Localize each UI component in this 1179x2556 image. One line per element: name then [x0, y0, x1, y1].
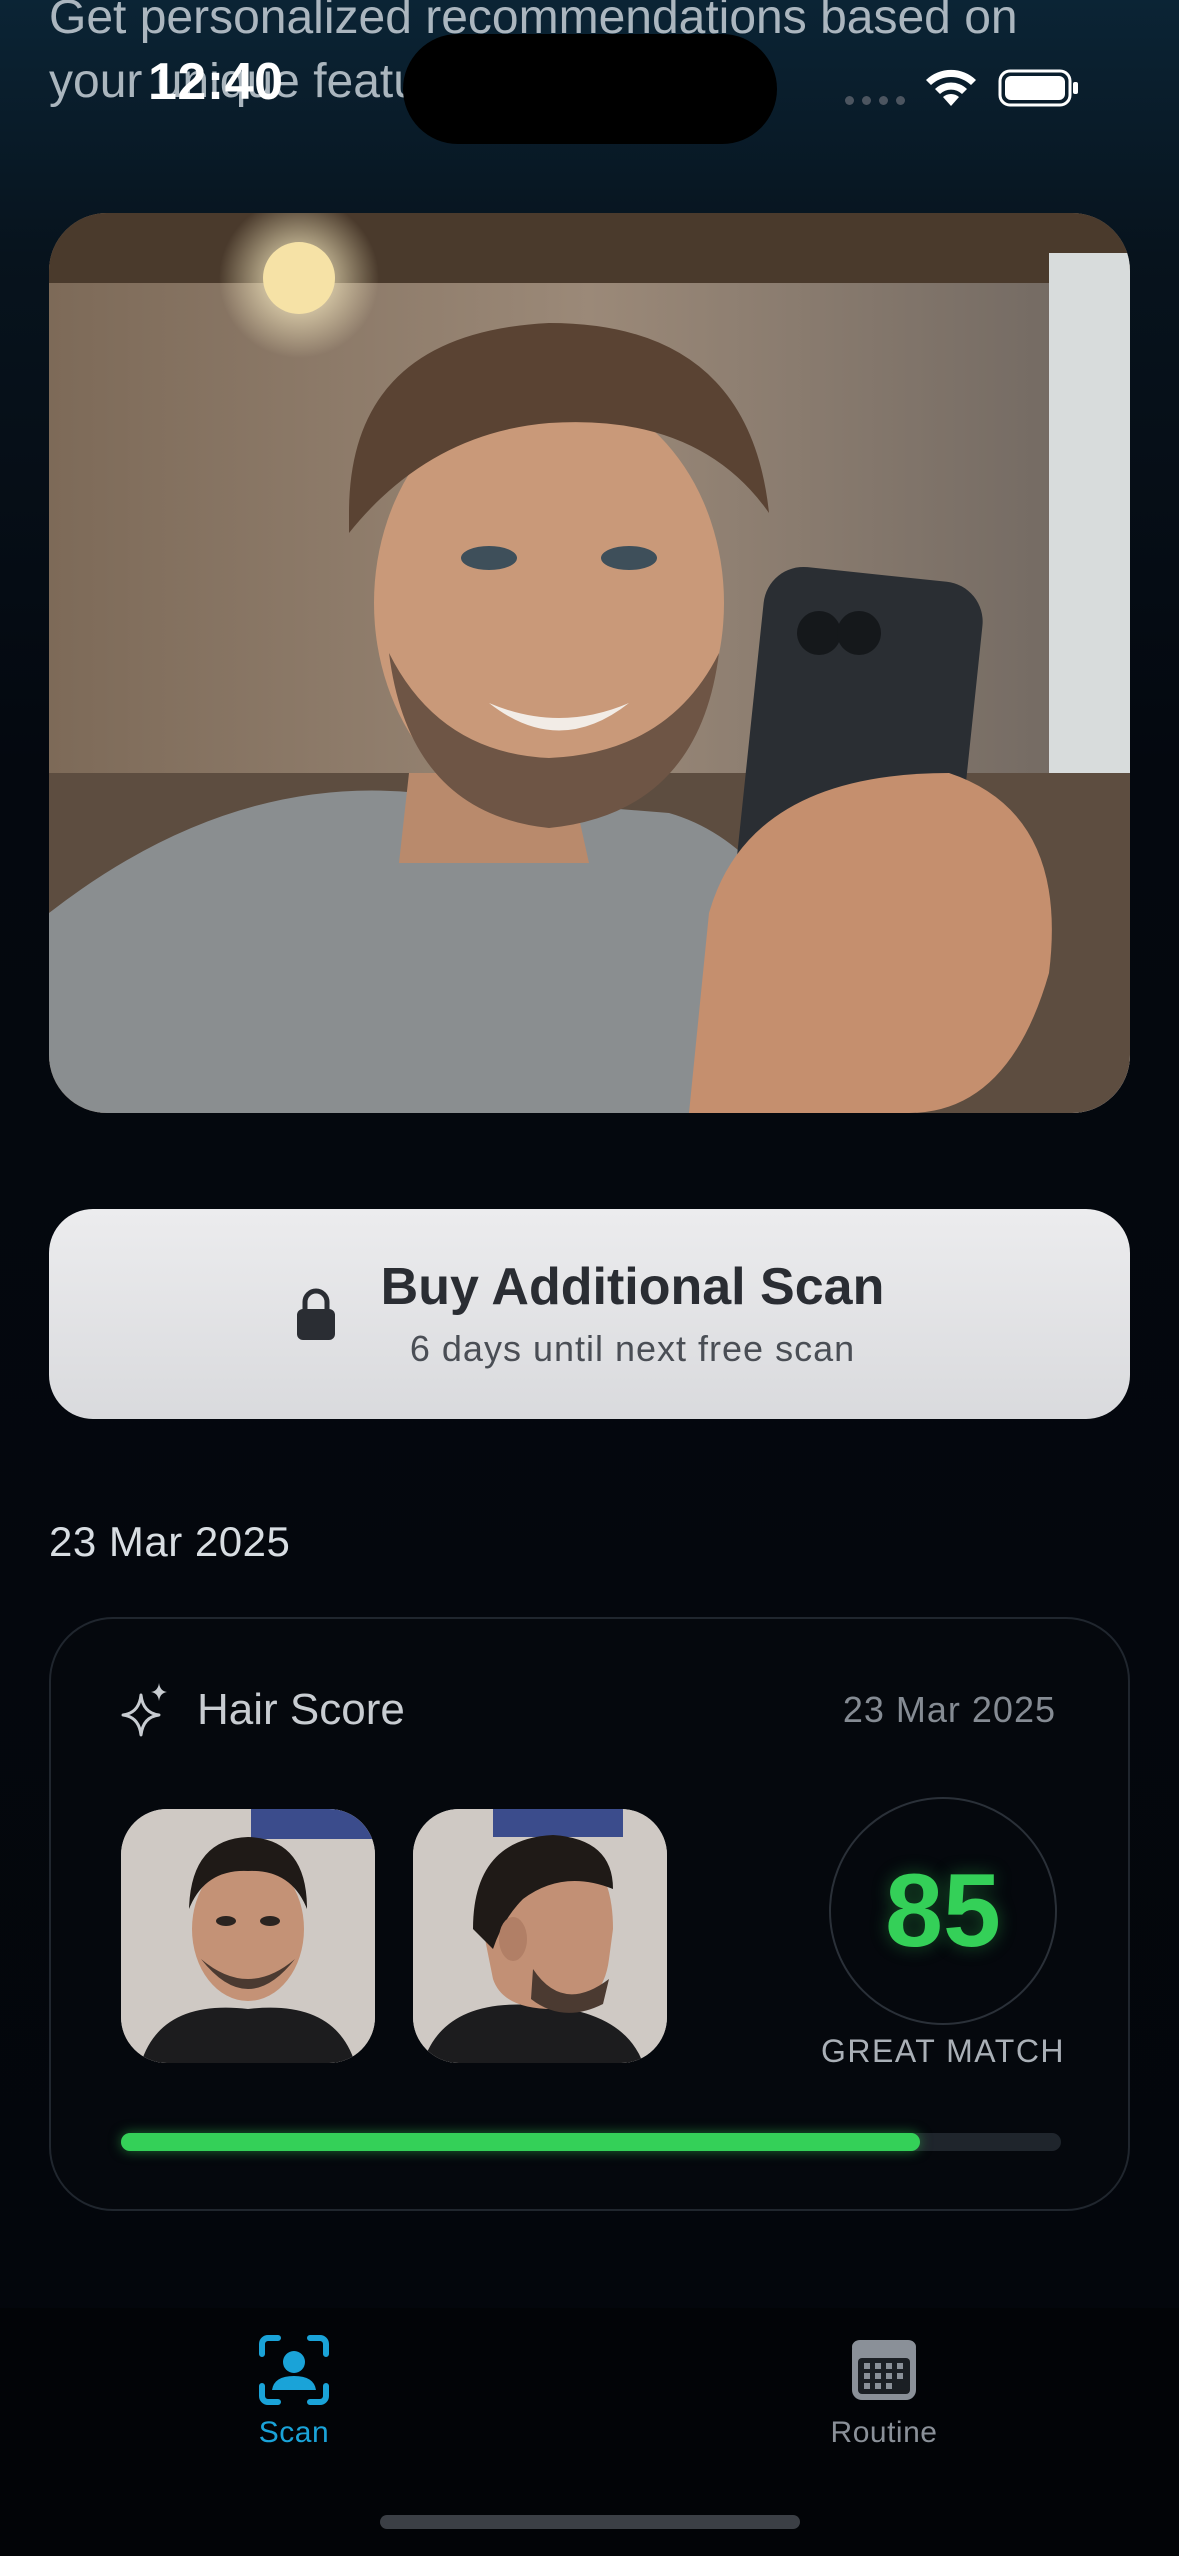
lock-icon: [296, 1288, 335, 1340]
card-title: Hair Score: [197, 1685, 405, 1734]
card-date: 23 Mar 2025: [842, 1689, 1056, 1730]
buy-scan-subtitle: 6 days until next free scan: [409, 1328, 856, 1369]
hero-photo: [49, 213, 1130, 1113]
tab-scan[interactable]: Scan: [164, 2328, 424, 2450]
score-progress-fill: [121, 2133, 920, 2151]
buy-additional-scan-button[interactable]: Buy Additional Scan 6 days until next fr…: [49, 1209, 1130, 1419]
side-profile-photo: [413, 1809, 667, 2063]
score-progress-bar: [121, 2133, 1061, 2151]
sparkle-icon: [121, 1683, 167, 1737]
history-date-header: 23 Mar 2025: [49, 1518, 291, 1565]
face-scan-icon: [259, 2335, 329, 2405]
wifi-icon: [926, 69, 976, 106]
buy-scan-title: Buy Additional Scan: [380, 1258, 885, 1316]
tab-routine[interactable]: Routine: [754, 2328, 1014, 2450]
tab-routine-label: Routine: [830, 2416, 938, 2449]
dynamic-island: [403, 34, 777, 144]
tab-scan-label: Scan: [258, 2416, 330, 2449]
battery-icon: [998, 69, 1078, 107]
score-ring: 85: [829, 1797, 1057, 2025]
calendar-icon: [852, 2340, 916, 2400]
buy-scan-texts: Buy Additional Scan 6 days until next fr…: [381, 1255, 885, 1373]
app-screen: Get personalized recommendations based o…: [0, 0, 1179, 2556]
status-time: 12:40: [148, 53, 284, 111]
hair-score-card[interactable]: Hair Score 23 Mar 2025 85 GREAT MATCH: [49, 1617, 1130, 2211]
front-face-photo: [121, 1809, 375, 2063]
cellular-signal-icon: [845, 96, 905, 105]
score-value: 85: [885, 1852, 1001, 1969]
score-label: GREAT MATCH: [820, 2033, 1066, 2069]
home-indicator[interactable]: [380, 2515, 800, 2529]
